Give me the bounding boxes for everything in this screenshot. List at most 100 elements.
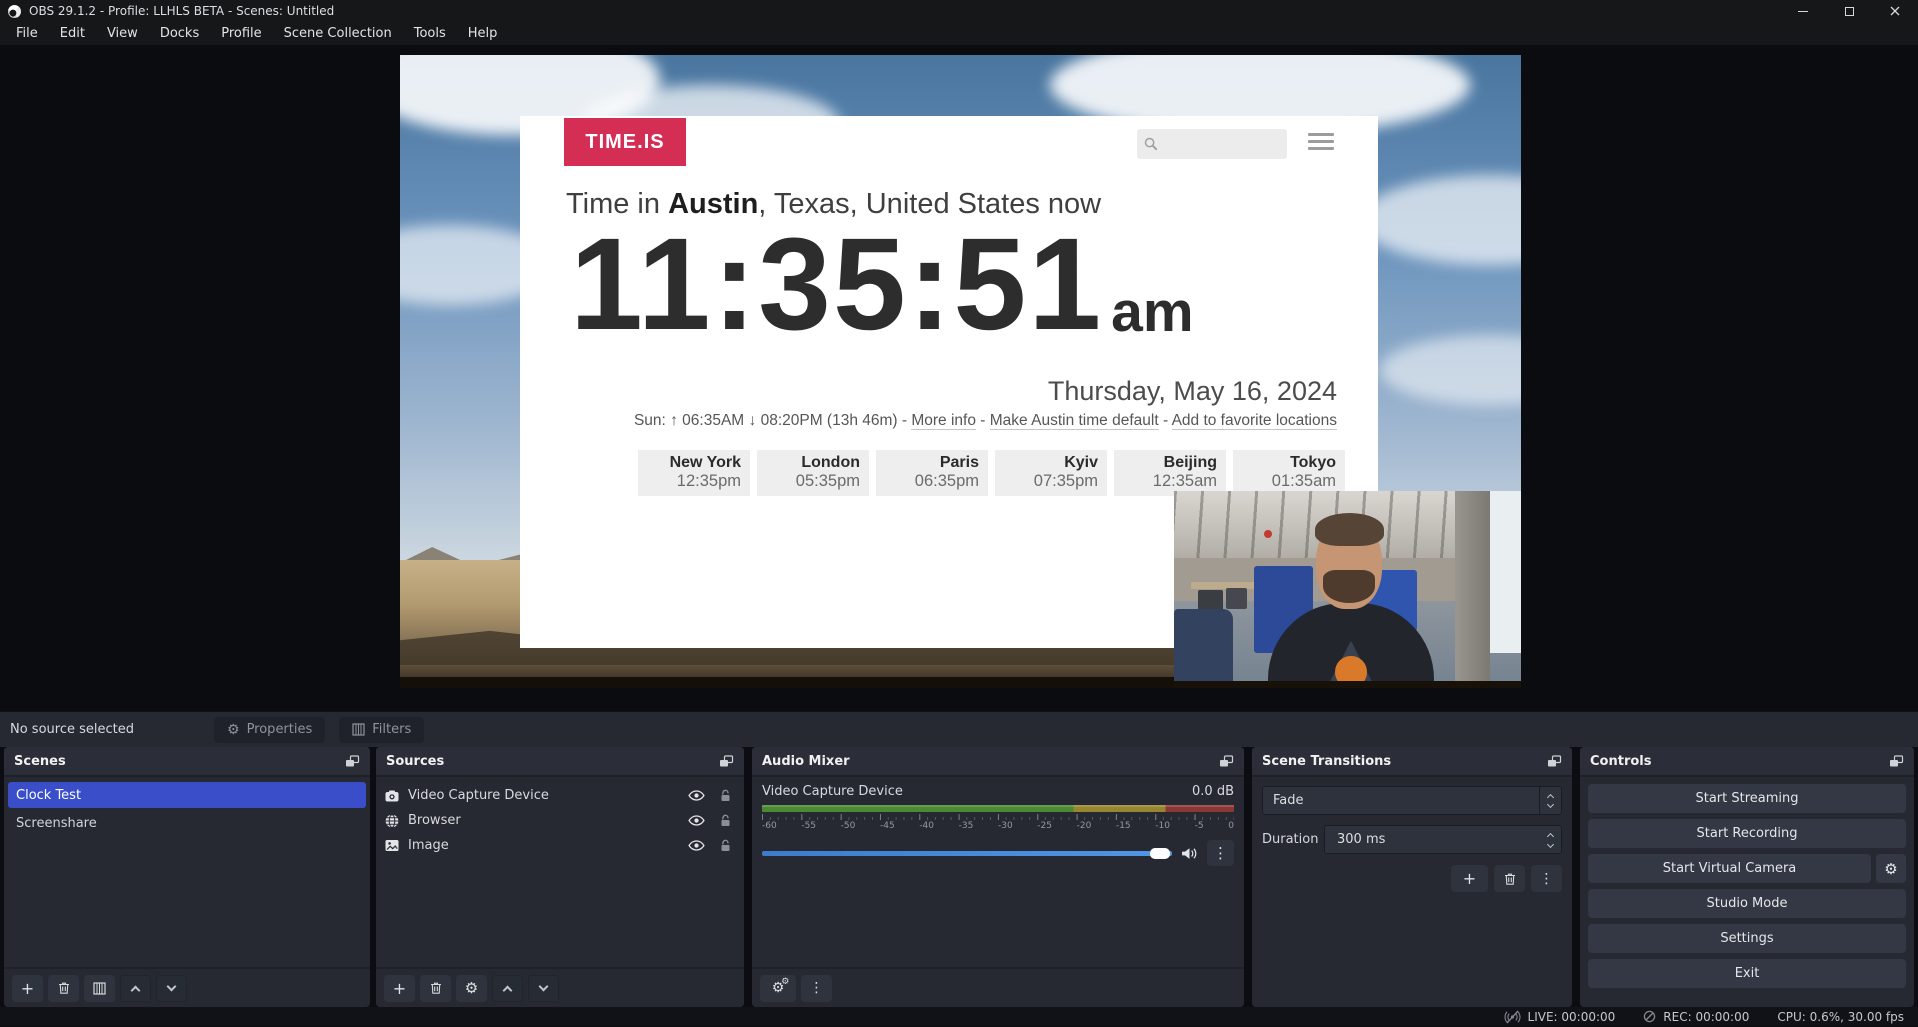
transition-properties-button[interactable]: ⋮ <box>1531 865 1562 892</box>
trash-icon <box>57 981 71 995</box>
city-cell[interactable]: Beijing12:35am <box>1114 450 1226 496</box>
status-bar: LIVE: 00:00:00 REC: 00:00:00 CPU: 0.6%, … <box>0 1007 1918 1026</box>
advanced-audio-button[interactable]: ⚙⚙ <box>760 975 796 1002</box>
menu-profile[interactable]: Profile <box>210 22 272 46</box>
studio-mode-button[interactable]: Studio Mode <box>1588 889 1906 918</box>
dock-panels: Scenes Clock Test Screenshare + <box>0 747 1918 1007</box>
city-cell[interactable]: Paris06:35pm <box>876 450 988 496</box>
source-toolbar: No source selected ⚙ Properties Filters <box>0 711 1918 747</box>
scenes-panel: Scenes Clock Test Screenshare + <box>4 747 370 1007</box>
source-row-video-capture[interactable]: Video Capture Device <box>376 783 744 808</box>
controls-panel: Controls Start Streaming Start Recording… <box>1580 747 1914 1007</box>
menu-tools[interactable]: Tools <box>403 22 457 46</box>
world-cities-row: New York12:35pm London05:35pm Paris06:35… <box>638 450 1345 496</box>
move-source-up-button[interactable] <box>492 975 523 1002</box>
clock-meridiem: am <box>1111 284 1193 349</box>
unlock-icon[interactable] <box>720 789 731 802</box>
mixer-channel-menu-button[interactable]: ⋮ <box>1207 840 1234 866</box>
program-canvas: TIME.IS Time in Austin, Texas, United St… <box>0 46 1918 711</box>
hamburger-menu-icon[interactable] <box>1308 133 1334 154</box>
advanced-audio-icon: ⚙⚙ <box>772 980 785 996</box>
add-favorite-link[interactable]: Add to favorite locations <box>1172 412 1337 430</box>
menu-scene-collection[interactable]: Scene Collection <box>273 22 403 46</box>
timeis-logo[interactable]: TIME.IS <box>564 118 686 166</box>
scene-item-screenshare[interactable]: Screenshare <box>8 810 366 836</box>
make-default-link[interactable]: Make Austin time default <box>990 412 1159 430</box>
unlock-icon[interactable] <box>720 814 731 827</box>
live-status: LIVE: 00:00:00 <box>1504 1010 1616 1024</box>
chevron-up-icon[interactable] <box>1546 832 1553 839</box>
unlock-icon[interactable] <box>720 839 731 852</box>
video-preview[interactable]: TIME.IS Time in Austin, Texas, United St… <box>400 55 1521 688</box>
virtual-camera-settings-button[interactable]: ⚙ <box>1876 854 1906 883</box>
exit-button[interactable]: Exit <box>1588 959 1906 988</box>
city-cell[interactable]: Tokyo01:35am <box>1233 450 1345 496</box>
page-date: Thursday, May 16, 2024 <box>1048 376 1337 407</box>
move-source-down-button[interactable] <box>528 975 559 1002</box>
start-streaming-button[interactable]: Start Streaming <box>1588 784 1906 813</box>
menu-help[interactable]: Help <box>457 22 509 46</box>
source-row-browser[interactable]: Browser <box>376 808 744 833</box>
volume-slider[interactable] <box>762 851 1172 856</box>
controls-title: Controls <box>1590 754 1651 769</box>
minimize-icon <box>1798 11 1808 12</box>
plus-icon: + <box>21 979 34 998</box>
image-icon <box>385 839 399 852</box>
sources-panel: Sources Video Capture Device <box>376 747 744 1007</box>
chevron-down-icon[interactable] <box>1546 840 1553 847</box>
move-scene-down-button[interactable] <box>156 975 187 1002</box>
filter-icon <box>352 723 365 736</box>
maximize-button[interactable] <box>1826 0 1872 22</box>
mixer-level-db: 0.0 dB <box>1192 784 1234 799</box>
start-recording-button[interactable]: Start Recording <box>1588 819 1906 848</box>
search-input[interactable] <box>1163 137 1273 152</box>
menu-docks[interactable]: Docks <box>149 22 210 46</box>
remove-source-button[interactable] <box>420 975 451 1002</box>
speaker-icon[interactable] <box>1181 847 1198 860</box>
properties-button[interactable]: ⚙ Properties <box>214 717 325 743</box>
mixer-menu-button[interactable]: ⋮ <box>801 975 832 1002</box>
city-cell[interactable]: Kyiv07:35pm <box>995 450 1107 496</box>
eye-icon[interactable] <box>688 790 705 801</box>
popout-icon[interactable] <box>1547 755 1562 768</box>
transition-select-spinner[interactable] <box>1539 787 1561 814</box>
stream-off-icon <box>1504 1010 1521 1024</box>
volume-meter <box>762 805 1234 812</box>
plus-icon: + <box>1463 869 1476 888</box>
add-source-button[interactable]: + <box>384 975 415 1002</box>
source-properties-button[interactable]: ⚙ <box>456 975 487 1002</box>
popout-icon[interactable] <box>1889 755 1904 768</box>
eye-icon[interactable] <box>688 815 705 826</box>
duration-spinbox[interactable]: 300 ms <box>1324 825 1562 854</box>
scene-item-clock-test[interactable]: Clock Test <box>8 782 366 808</box>
scene-filters-button[interactable] <box>84 975 115 1002</box>
city-cell[interactable]: London05:35pm <box>757 450 869 496</box>
menu-edit[interactable]: Edit <box>49 22 96 46</box>
close-button[interactable] <box>1872 0 1918 22</box>
minimize-button[interactable] <box>1780 0 1826 22</box>
search-box[interactable] <box>1137 129 1287 159</box>
city-cell[interactable]: New York12:35pm <box>638 450 750 496</box>
remove-transition-button[interactable] <box>1494 865 1525 892</box>
start-virtual-camera-button[interactable]: Start Virtual Camera <box>1588 854 1871 883</box>
menu-file[interactable]: File <box>5 22 49 46</box>
popout-icon[interactable] <box>719 755 734 768</box>
add-scene-button[interactable]: + <box>12 975 43 1002</box>
add-transition-button[interactable]: + <box>1451 865 1488 892</box>
duration-label: Duration <box>1262 832 1324 847</box>
volume-slider-handle[interactable] <box>1150 848 1170 859</box>
filters-button[interactable]: Filters <box>339 717 424 743</box>
popout-icon[interactable] <box>345 755 360 768</box>
settings-button[interactable]: Settings <box>1588 924 1906 953</box>
cloud-shape <box>1360 175 1521 265</box>
source-row-image[interactable]: Image <box>376 833 744 858</box>
rec-status: REC: 00:00:00 <box>1643 1010 1749 1024</box>
transition-select[interactable]: Fade <box>1262 786 1562 815</box>
menu-view[interactable]: View <box>96 22 149 46</box>
popout-icon[interactable] <box>1219 755 1234 768</box>
remove-scene-button[interactable] <box>48 975 79 1002</box>
sun-info-line: Sun: ↑ 06:35AM ↓ 08:20PM (13h 46m) - Mor… <box>560 412 1337 430</box>
eye-icon[interactable] <box>688 840 705 851</box>
more-info-link[interactable]: More info <box>911 412 976 430</box>
move-scene-up-button[interactable] <box>120 975 151 1002</box>
